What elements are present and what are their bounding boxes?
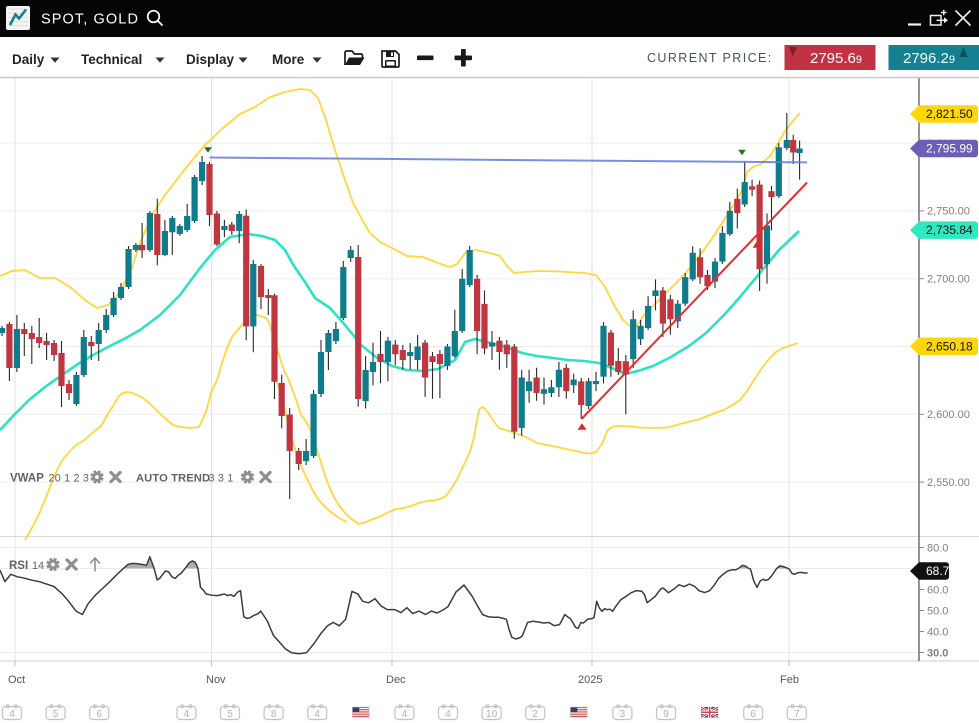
svg-text:20 1 2 3: 20 1 2 3 xyxy=(49,473,90,485)
svg-text:14: 14 xyxy=(32,560,44,572)
svg-text:Oct: Oct xyxy=(8,674,25,686)
svg-text:2795.69: 2795.69 xyxy=(810,50,862,67)
svg-text:30.0: 30.0 xyxy=(927,647,948,659)
svg-text:2,821.50: 2,821.50 xyxy=(926,107,973,121)
svg-text:2,735.84: 2,735.84 xyxy=(926,223,973,237)
svg-text:3 3 1: 3 3 1 xyxy=(209,473,234,485)
svg-text:Nov: Nov xyxy=(206,674,226,686)
svg-text:5: 5 xyxy=(53,709,59,720)
svg-text:2,600.00: 2,600.00 xyxy=(927,409,970,421)
svg-text:4: 4 xyxy=(9,709,15,720)
svg-text:6: 6 xyxy=(750,709,756,720)
svg-text:5: 5 xyxy=(227,709,233,720)
svg-text:7: 7 xyxy=(794,709,800,720)
svg-text:CURRENT PRICE:: CURRENT PRICE: xyxy=(647,51,773,65)
svg-text:2,750.00: 2,750.00 xyxy=(927,206,970,218)
svg-text:Daily: Daily xyxy=(12,52,45,67)
svg-text:Feb: Feb xyxy=(780,674,799,686)
svg-text:AUTO TREND: AUTO TREND xyxy=(136,473,210,485)
svg-text:8: 8 xyxy=(271,709,277,720)
svg-text:2,550.00: 2,550.00 xyxy=(927,477,970,489)
svg-text:More: More xyxy=(272,52,305,67)
svg-text:Display: Display xyxy=(186,52,235,67)
svg-text:9: 9 xyxy=(663,709,669,720)
svg-text:4: 4 xyxy=(402,709,408,720)
svg-text:2: 2 xyxy=(532,709,538,720)
svg-text:6: 6 xyxy=(96,709,102,720)
svg-text:4: 4 xyxy=(314,709,320,720)
svg-text:2,700.00: 2,700.00 xyxy=(927,274,970,286)
svg-text:40.0: 40.0 xyxy=(927,626,948,638)
svg-text:RSI: RSI xyxy=(9,560,28,572)
svg-text:VWAP: VWAP xyxy=(10,473,44,485)
svg-text:4: 4 xyxy=(184,709,190,720)
svg-text:68.7: 68.7 xyxy=(926,564,950,578)
svg-text:3: 3 xyxy=(620,709,626,720)
svg-text:60.0: 60.0 xyxy=(927,584,948,596)
svg-text:Dec: Dec xyxy=(386,674,406,686)
svg-text:10: 10 xyxy=(486,709,498,720)
svg-text:SPOT, GOLD: SPOT, GOLD xyxy=(41,12,139,28)
svg-text:50.0: 50.0 xyxy=(927,605,948,617)
svg-text:Technical: Technical xyxy=(81,52,142,67)
svg-text:2025: 2025 xyxy=(578,674,602,686)
svg-text:2,650.18: 2,650.18 xyxy=(926,339,973,353)
svg-text:2796.29: 2796.29 xyxy=(903,50,955,67)
svg-text:80.0: 80.0 xyxy=(927,542,948,554)
svg-text:2,795.99: 2,795.99 xyxy=(926,142,973,156)
svg-text:4: 4 xyxy=(445,709,451,720)
